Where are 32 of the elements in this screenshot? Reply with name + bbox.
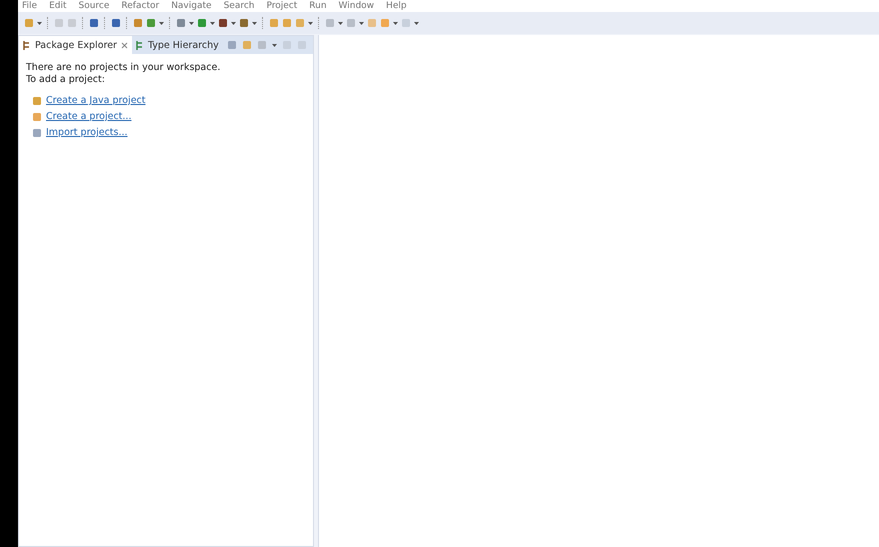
hierarchy-icon: [23, 40, 31, 50]
view-tab[interactable]: Type Hierarchy: [132, 36, 223, 54]
hierarchy-icon: [136, 40, 144, 50]
action-link[interactable]: Create a Java project: [46, 95, 146, 106]
menu-item[interactable]: Edit: [49, 0, 66, 12]
menu-item[interactable]: Navigate: [171, 0, 212, 12]
menu-item[interactable]: Window: [338, 0, 374, 12]
close-icon[interactable]: [120, 42, 128, 48]
menu-item[interactable]: Run: [309, 0, 327, 12]
caret-icon[interactable]: [210, 22, 215, 24]
menu-item[interactable]: Refactor: [121, 0, 160, 12]
menu-item[interactable]: Search: [224, 0, 254, 12]
menu-item[interactable]: Source: [78, 0, 110, 12]
caret-icon[interactable]: [272, 44, 277, 46]
caret-icon[interactable]: [252, 22, 257, 24]
caret-icon[interactable]: [338, 22, 343, 24]
view-tab[interactable]: Package Explorer: [19, 36, 132, 54]
caret-icon[interactable]: [393, 22, 398, 24]
menu-item[interactable]: File: [22, 0, 38, 12]
caret-icon[interactable]: [359, 22, 364, 24]
caret-icon[interactable]: [414, 22, 419, 24]
empty-message: There are no projects in your workspace.: [26, 62, 222, 74]
menu-item[interactable]: Project: [266, 0, 298, 12]
caret-icon[interactable]: [231, 22, 236, 24]
prompt-text: To add a project:: [26, 74, 106, 86]
caret-icon[interactable]: [189, 22, 194, 24]
action-link[interactable]: Import projects...: [46, 127, 128, 138]
menu-item[interactable]: Help: [386, 0, 407, 12]
action-link[interactable]: Create a project...: [46, 111, 132, 122]
caret-icon[interactable]: [308, 22, 313, 24]
caret-icon[interactable]: [159, 22, 164, 24]
caret-icon[interactable]: [37, 22, 42, 24]
